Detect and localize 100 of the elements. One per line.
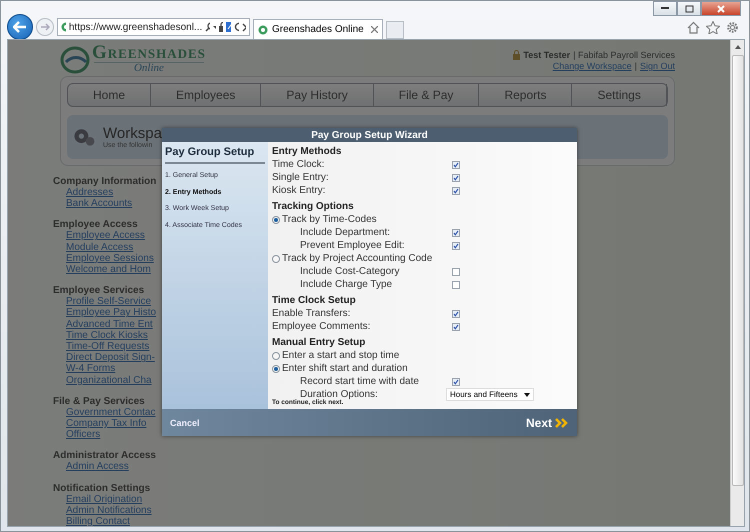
close-button[interactable] (701, 1, 741, 16)
section-title: Employee Access (53, 219, 138, 230)
option-label: Enter a start and stop time (282, 350, 400, 361)
section-title: File & Pay Services (53, 396, 145, 407)
minimize-button[interactable] (653, 1, 677, 16)
duration-dropdown[interactable]: Hours and Fifteens (446, 388, 534, 401)
sidebar-link[interactable]: Time-Off Requests (66, 341, 150, 352)
checkbox[interactable] (452, 160, 460, 168)
sidebar-link[interactable]: Module Access (66, 242, 134, 253)
wizard-heading: Pay Group Setup (165, 146, 265, 164)
option-label: Enter shift start and duration (282, 363, 408, 374)
checkbox[interactable] (452, 174, 460, 182)
checkbox[interactable] (452, 228, 460, 236)
home-icon[interactable] (687, 20, 700, 34)
nav-item[interactable]: Employees (151, 84, 262, 106)
sidebar-link[interactable]: W-4 Forms (66, 363, 116, 375)
nav-item[interactable]: Settings (572, 84, 667, 106)
sidebar-link[interactable]: Employee Access (66, 230, 145, 242)
sidebar-link[interactable]: Employee Pay Histo (66, 307, 156, 319)
sidebar-link[interactable]: Welcome and Hom (66, 264, 151, 276)
option-label: Record start time with date (300, 376, 420, 387)
option-label: Include Department: (300, 227, 392, 238)
sidebar-link[interactable]: Profile Self-Service (66, 296, 152, 308)
company-logo: Greenshades Online (60, 42, 206, 76)
option-label: Duration Options: (300, 389, 379, 400)
caret-icon (524, 392, 530, 396)
section-title: Tracking Options (272, 201, 355, 213)
scrollbar[interactable] (730, 40, 744, 526)
radio-button[interactable] (272, 216, 280, 224)
section-title: Entry Methods (272, 146, 342, 158)
back-arrow-icon (13, 21, 27, 33)
back-button[interactable] (7, 14, 33, 40)
radio-button[interactable] (272, 352, 280, 360)
nav-item[interactable]: Pay History (261, 84, 374, 106)
lock-icon[interactable] (219, 22, 223, 32)
option-label: Enable Transfers: (272, 308, 352, 319)
option-label: Time Clock: (272, 159, 326, 170)
checkbox[interactable] (452, 378, 460, 386)
checkbox[interactable] (452, 322, 460, 330)
close-icon (717, 4, 725, 12)
next-button[interactable]: Next (526, 416, 569, 430)
separator: | (634, 61, 637, 71)
sidebar-link[interactable]: Time Clock Kiosks (66, 330, 148, 342)
lock-icon (513, 50, 520, 60)
sidebar-link[interactable]: Government Contac (66, 406, 156, 418)
option-label: Kiosk Entry: (272, 185, 326, 196)
radio-button[interactable] (272, 364, 280, 372)
sign-out-link[interactable]: Sign Out (640, 61, 675, 71)
settings-icon[interactable] (726, 20, 739, 34)
checkbox[interactable] (452, 280, 460, 288)
option-label: Employee Comments: (272, 321, 372, 332)
section-title: Time Clock Setup (272, 295, 357, 307)
option-label: Prevent Employee Edit: (300, 240, 406, 251)
forward-arrow-icon (40, 23, 50, 31)
star-icon[interactable] (706, 20, 720, 34)
sidebar-link[interactable]: Employee Sessions (66, 252, 154, 264)
page-title: Workspa (103, 125, 162, 142)
section-title: Notification Settings (53, 482, 150, 494)
checkbox[interactable] (452, 186, 460, 194)
radio-button[interactable] (272, 254, 280, 262)
sidebar-link[interactable]: Billing Contact (66, 516, 130, 526)
section-title: Manual Entry Setup (272, 337, 366, 349)
nav-item[interactable]: File & Pay (374, 84, 480, 106)
nav-item[interactable]: Reports (479, 84, 572, 106)
browser-tab[interactable]: Greenshades Online (253, 19, 383, 39)
sidebar-link[interactable]: Bank Accounts (66, 198, 132, 210)
checkbox[interactable] (452, 310, 460, 318)
double-chevron-icon (555, 418, 569, 428)
nav-item[interactable]: Home (68, 84, 152, 106)
company-name: | Fabifab Payroll Services (573, 50, 675, 60)
sidebar-link[interactable]: Email Origination (66, 494, 142, 505)
sidebar-link[interactable]: Organizational Cha (66, 374, 152, 386)
option-label: Track by Project Accounting Code (282, 253, 432, 264)
section-title: Company Information (53, 176, 156, 187)
section-title: Employee Services (53, 285, 144, 296)
address-bar[interactable]: https://www.greenshadesonl... (57, 18, 250, 36)
minimize-icon (661, 7, 669, 10)
sidebar-link[interactable]: Addresses (66, 187, 114, 198)
option-label: Single Entry: (272, 172, 330, 183)
checkbox[interactable] (452, 268, 460, 276)
scroll-up-icon[interactable] (734, 44, 740, 48)
user-name: Test Tester (523, 50, 570, 60)
maximize-button[interactable] (677, 1, 701, 16)
option-label: Include Cost-Category (300, 266, 400, 277)
close-icon[interactable] (371, 26, 378, 33)
sidebar-link[interactable]: Direct Deposit Sign- (66, 352, 155, 364)
sidebar-link[interactable]: Admin Notifications (66, 504, 152, 516)
option-label: Include Charge Type (300, 279, 394, 290)
dialog-title: Pay Group Setup Wizard (162, 128, 577, 142)
sidebar-link[interactable]: Company Tax Info (66, 418, 146, 430)
checkbox[interactable] (452, 242, 460, 250)
change-workspace-link[interactable]: Change Workspace (552, 61, 632, 71)
sidebar-link[interactable]: Officers (66, 429, 100, 440)
sidebar-link[interactable]: Admin Access (66, 461, 129, 473)
sidebar-link[interactable]: Advanced Time Ent (66, 318, 153, 330)
option-label: Track by Time-Codes (282, 214, 377, 225)
maximize-icon (684, 4, 694, 12)
swirl-icon (60, 44, 90, 74)
section-title: Administrator Access (53, 450, 156, 462)
cancel-button[interactable]: Cancel (170, 418, 200, 428)
